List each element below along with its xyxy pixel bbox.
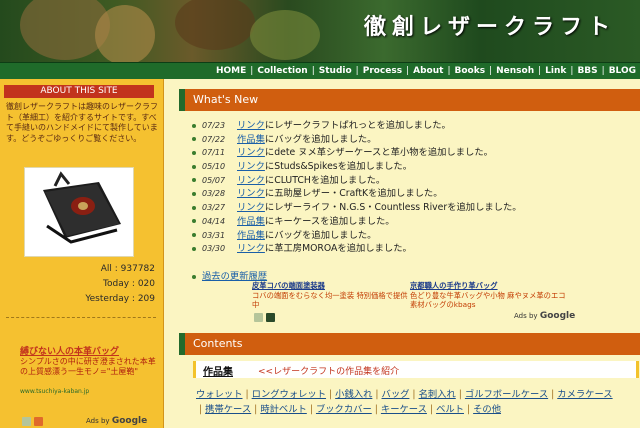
category-link[interactable]: ゴルフボールケース bbox=[465, 389, 548, 400]
news-item: 07/11 リンクにdete ヌメ革シザーケースと革小物を追加しました。 bbox=[192, 146, 522, 160]
category-link[interactable]: ウォレット bbox=[196, 389, 243, 400]
header-photo-tools-icon bbox=[175, 0, 255, 50]
bullet-icon bbox=[192, 123, 196, 128]
bullet-icon bbox=[192, 137, 196, 142]
link-separator: | bbox=[199, 404, 203, 415]
link-separator: | bbox=[466, 404, 471, 415]
link-separator: | bbox=[309, 404, 313, 415]
site-header: 徹創レザークラフト bbox=[0, 0, 640, 62]
main-ad-next-button[interactable] bbox=[266, 313, 275, 322]
category-link[interactable]: 小銭入れ bbox=[335, 389, 372, 400]
counter-all: All : 937782 bbox=[100, 264, 155, 274]
news-list: 07/23 リンクにレザークラフトぱれっとを追加しました。 07/22 作品集にバッ… bbox=[192, 119, 522, 256]
nav-collection[interactable]: Collection bbox=[253, 66, 311, 76]
category-name[interactable]: 作品集 bbox=[203, 363, 233, 378]
bullet-icon bbox=[192, 164, 196, 169]
link-separator: | bbox=[551, 389, 555, 400]
main-ad-desc: 色どり豊な牛革バッグや小物 麻やヌメ革のエコ素材バッグのkbags bbox=[410, 290, 566, 310]
category-link[interactable]: 時計ベルト bbox=[260, 404, 307, 415]
bullet-icon bbox=[192, 205, 196, 210]
news-item: 03/27 リンクにレザーライフ・N.G.S・Countless Riverを追加… bbox=[192, 201, 522, 215]
header-photo-bag-icon bbox=[95, 5, 155, 62]
nav-studio[interactable]: Studio bbox=[315, 66, 356, 76]
link-separator: | bbox=[429, 404, 434, 415]
bullet-icon bbox=[192, 178, 196, 183]
contents-header: Contents bbox=[179, 333, 640, 355]
product-photo bbox=[24, 167, 134, 257]
category-box: 作品集 <<レザークラフトの作品集を紹介 bbox=[193, 361, 639, 378]
counter-today: Today : 020 bbox=[103, 279, 155, 289]
category-link[interactable]: ベルト bbox=[436, 404, 464, 415]
link-separator: | bbox=[412, 389, 416, 400]
main-ad: 京都職人の手作り革バッグ 色どり豊な牛革バッグや小物 麻やヌメ革のエコ素材バッグ… bbox=[410, 281, 570, 310]
news-item: 03/31 作品集にバッグを追加しました。 bbox=[192, 229, 522, 243]
main-ad: 皮革コバの端面塗装器 コバの端面をむらなく均一塗装 特別価格で提供中 bbox=[252, 281, 412, 310]
category-link[interactable]: カメラケース bbox=[557, 389, 612, 400]
sidebar-ad-prev-button[interactable] bbox=[22, 417, 31, 426]
news-item: 07/23 リンクにレザークラフトぱれっとを追加しました。 bbox=[192, 119, 522, 133]
main-ad-title[interactable]: 京都職人の手作り革バッグ bbox=[410, 281, 570, 291]
link-separator: | bbox=[245, 389, 249, 400]
main-content: What's New 07/23 リンクにレザークラフトぱれっとを追加しました。 … bbox=[164, 79, 640, 428]
news-item: 07/22 作品集にバッグを追加しました。 bbox=[192, 133, 522, 147]
main-ad-title[interactable]: 皮革コバの端面塗装器 bbox=[252, 281, 412, 291]
whats-new-title: What's New bbox=[193, 93, 259, 106]
sidebar: ABOUT THIS SITE 徹創レザークラフトは趣味のレザークラフト（革細工… bbox=[0, 79, 164, 428]
link-separator: | bbox=[329, 389, 333, 400]
nav-home[interactable]: HOME bbox=[212, 66, 250, 76]
sidebar-ad-title[interactable]: 縛びない人の本革バッグ bbox=[20, 344, 119, 357]
bullet-icon bbox=[192, 219, 196, 224]
link-separator: | bbox=[458, 389, 462, 400]
nav-link[interactable]: Link bbox=[541, 66, 570, 76]
category-link[interactable]: 携帯ケース bbox=[205, 404, 251, 415]
nav-process[interactable]: Process bbox=[359, 66, 406, 76]
nav-nensoh[interactable]: Nensoh bbox=[492, 66, 538, 76]
main-ad-prev-button[interactable] bbox=[254, 313, 263, 322]
news-item: 03/30 リンクに革工房MOROAを追加しました。 bbox=[192, 242, 522, 256]
category-link[interactable]: キーケース bbox=[381, 404, 427, 415]
category-links: ウォレット | ロングウォレット | 小銭入れ | バッグ | 名刺入れ | ゴルフボールケース | カ… bbox=[196, 387, 636, 417]
sidebar-ad-url[interactable]: www.tsuchiya-kaban.jp bbox=[20, 388, 89, 395]
news-item: 05/10 リンクにStuds&Spikesを追加しました。 bbox=[192, 160, 522, 174]
category-link[interactable]: ブックカバー bbox=[316, 404, 372, 415]
link-separator: | bbox=[374, 404, 378, 415]
bullet-icon bbox=[192, 233, 196, 237]
nav-books[interactable]: Books bbox=[451, 66, 490, 76]
past-updates: 過去の更新履歴 bbox=[192, 268, 267, 282]
nav-blog[interactable]: BLOG bbox=[605, 66, 640, 76]
category-link[interactable]: 名刺入れ bbox=[419, 389, 456, 400]
nav-bbs[interactable]: BBS bbox=[573, 66, 601, 76]
category-link[interactable]: ロングウォレット bbox=[252, 389, 326, 400]
bullet-icon bbox=[192, 191, 196, 196]
link-separator: | bbox=[254, 404, 258, 415]
main-ad-desc: コバの端面をむらなく均一塗装 特別価格で提供中 bbox=[252, 290, 408, 310]
main-ads-by[interactable]: Ads by Google bbox=[514, 311, 575, 321]
leather-case-icon bbox=[25, 168, 133, 256]
about-text: 徹創レザークラフトは趣味のレザークラフト（革細工）を紹介するサイトです。すべて手… bbox=[6, 102, 158, 143]
sidebar-ads-by[interactable]: Ads by Google bbox=[86, 416, 147, 426]
category-link[interactable]: その他 bbox=[473, 404, 501, 415]
sidebar-divider bbox=[6, 317, 156, 318]
category-desc: <<レザークラフトの作品集を紹介 bbox=[258, 367, 400, 377]
counter-yesterday: Yesterday : 209 bbox=[85, 294, 155, 304]
nav-about[interactable]: About bbox=[409, 66, 447, 76]
news-item: 04/14 作品集にキーケースを追加しました。 bbox=[192, 215, 522, 229]
sidebar-ad-next-button[interactable] bbox=[34, 417, 43, 426]
bullet-icon bbox=[192, 246, 196, 251]
news-item: 03/28 リンクに五助屋レザー・CraftKを追加しました。 bbox=[192, 187, 522, 201]
bullet-icon bbox=[192, 274, 196, 279]
sidebar-ad-text: シンプルさの中に研ぎ澄まされた本革の上質感漂う一生モノ="土屋鞄" bbox=[20, 357, 156, 376]
main-nav: HOME | Collection | Studio | Process | About… bbox=[0, 62, 640, 79]
bullet-icon bbox=[192, 150, 196, 155]
whats-new-header: What's New bbox=[179, 89, 640, 111]
contents-title: Contents bbox=[193, 337, 243, 350]
news-item: 05/07 リンクにCLUTCHを追加しました。 bbox=[192, 174, 522, 188]
about-title: ABOUT THIS SITE bbox=[4, 85, 154, 98]
site-title: 徹創レザークラフト bbox=[363, 15, 616, 40]
link-separator: | bbox=[375, 389, 379, 400]
category-link[interactable]: バッグ bbox=[382, 389, 410, 400]
header-photo-pattern-icon bbox=[250, 10, 320, 60]
